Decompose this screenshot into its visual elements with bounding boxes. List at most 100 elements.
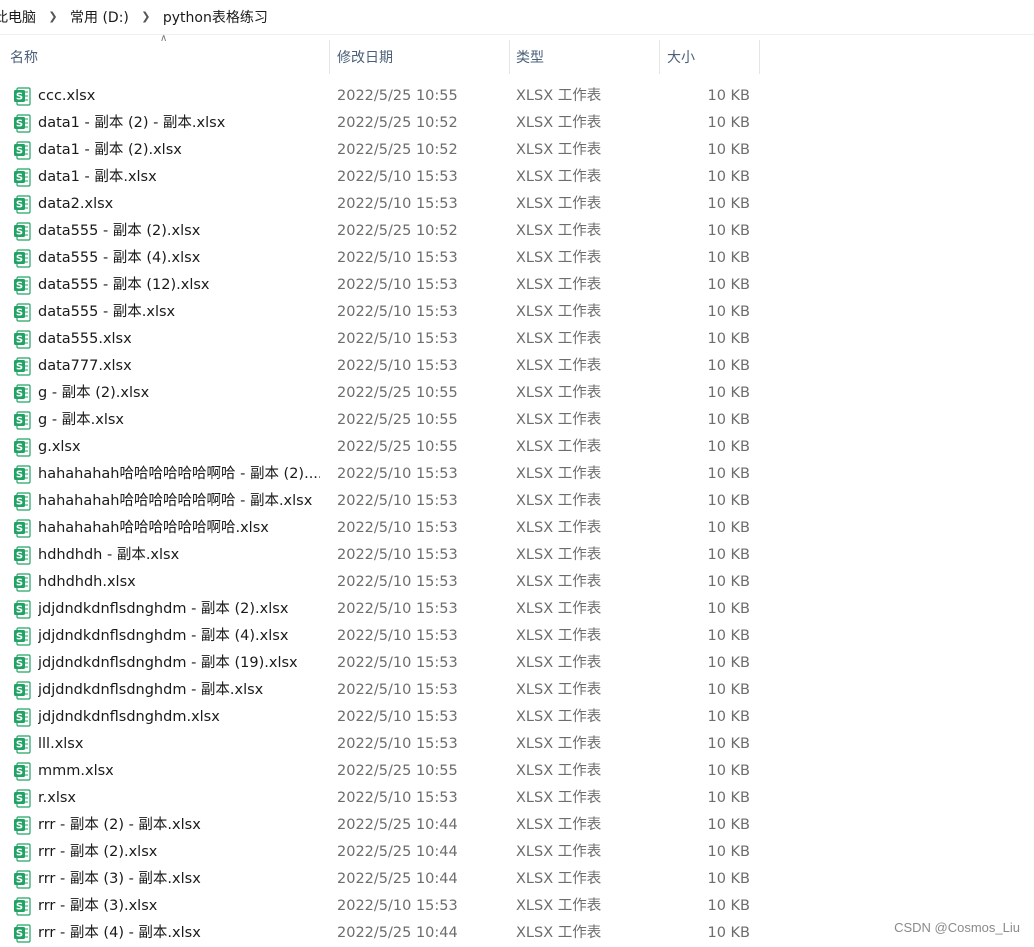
file-row[interactable]: Smmm.xlsx 2022/5/25 10:55 XLSX 工作表 10 KB [0, 758, 1034, 785]
file-name[interactable]: jdjdndkdnflsdnghdm - 副本.xlsx [38, 677, 320, 704]
file-modified-date: 2022/5/10 15:53 [337, 574, 458, 590]
file-name[interactable]: rrr - 副本 (2).xlsx [38, 839, 320, 866]
file-row[interactable]: Sdata555.xlsx 2022/5/10 15:53 XLSX 工作表 10 K… [0, 326, 1034, 353]
file-name[interactable]: data555 - 副本.xlsx [38, 299, 320, 326]
file-name[interactable]: hahahahah哈哈哈哈哈哈啊哈 - 副本 (2).... [38, 461, 320, 488]
xlsx-file-icon: S [14, 114, 31, 133]
breadcrumb-this-pc[interactable]: 此电脑 [0, 7, 39, 27]
file-size: 10 KB [707, 736, 750, 752]
file-row[interactable]: Sdata555 - 副本 (4).xlsx 2022/5/10 15:53 XLS… [0, 245, 1034, 272]
file-name[interactable]: data2.xlsx [38, 191, 320, 218]
file-row[interactable]: Shahahahah哈哈哈哈哈哈啊哈.xlsx 2022/5/10 15:53 XL… [0, 515, 1034, 542]
file-row[interactable]: Sdata555 - 副本.xlsx 2022/5/10 15:53 XLSX 工作… [0, 299, 1034, 326]
file-type: XLSX 工作表 [516, 142, 602, 158]
column-header-name[interactable]: ∧ 名称 [0, 33, 330, 74]
file-row[interactable]: Sdata555 - 副本 (12).xlsx 2022/5/10 15:53 XL… [0, 272, 1034, 299]
file-size: 10 KB [707, 466, 750, 482]
file-name[interactable]: data1 - 副本.xlsx [38, 164, 320, 191]
file-name[interactable]: data555 - 副本 (12).xlsx [38, 272, 320, 299]
file-name[interactable]: g.xlsx [38, 434, 320, 461]
file-row[interactable]: Sdata555 - 副本 (2).xlsx 2022/5/25 10:52 XLS… [0, 218, 1034, 245]
file-name[interactable]: mmm.xlsx [38, 758, 320, 785]
file-name[interactable]: hahahahah哈哈哈哈哈哈啊哈 - 副本.xlsx [38, 488, 320, 515]
file-type: XLSX 工作表 [516, 115, 602, 131]
file-row[interactable]: Sdata1 - 副本.xlsx 2022/5/10 15:53 XLSX 工作表 1… [0, 164, 1034, 191]
file-name[interactable]: jdjdndkdnflsdnghdm - 副本 (2).xlsx [38, 596, 320, 623]
file-row[interactable]: Sccc.xlsx 2022/5/25 10:55 XLSX 工作表 10 KB [0, 83, 1034, 110]
file-row[interactable]: Sdata1 - 副本 (2).xlsx 2022/5/25 10:52 XLSX … [0, 137, 1034, 164]
file-row[interactable]: Sjdjdndkdnflsdnghdm - 副本 (2).xlsx 2022/5/… [0, 596, 1034, 623]
file-name[interactable]: rrr - 副本 (3) - 副本.xlsx [38, 866, 320, 893]
file-name[interactable]: data555.xlsx [38, 326, 320, 353]
file-name[interactable]: data555 - 副本 (4).xlsx [38, 245, 320, 272]
file-size: 10 KB [707, 682, 750, 698]
file-type: XLSX 工作表 [516, 628, 602, 644]
file-row[interactable]: Sdata777.xlsx 2022/5/10 15:53 XLSX 工作表 10 K… [0, 353, 1034, 380]
file-row[interactable]: Shahahahah哈哈哈哈哈哈啊哈 - 副本.xlsx 2022/5/10 15… [0, 488, 1034, 515]
file-row[interactable]: Slll.xlsx 2022/5/10 15:53 XLSX 工作表 10 KB [0, 731, 1034, 758]
xlsx-file-icon: S [14, 600, 31, 619]
file-name[interactable]: jdjdndkdnflsdnghdm - 副本 (19).xlsx [38, 650, 320, 677]
file-name[interactable]: jdjdndkdnflsdnghdm - 副本 (4).xlsx [38, 623, 320, 650]
file-row[interactable]: Sdata1 - 副本 (2) - 副本.xlsx 2022/5/25 10:52… [0, 110, 1034, 137]
file-name[interactable]: hahahahah哈哈哈哈哈哈啊哈.xlsx [38, 515, 320, 542]
svg-text:S: S [16, 416, 23, 427]
column-header-name-label: 名称 [10, 50, 38, 66]
file-row[interactable]: Srrr - 副本 (2) - 副本.xlsx 2022/5/25 10:44 XL… [0, 812, 1034, 839]
file-name[interactable]: hdhdhdh - 副本.xlsx [38, 542, 320, 569]
file-row[interactable]: Sdata2.xlsx 2022/5/10 15:53 XLSX 工作表 10 KB [0, 191, 1034, 218]
column-header-type[interactable]: 类型 [510, 40, 660, 74]
xlsx-file-icon: S [14, 897, 31, 916]
file-modified-date: 2022/5/10 15:53 [337, 898, 458, 914]
chevron-right-icon[interactable]: ❯ [45, 9, 61, 25]
svg-text:S: S [16, 227, 23, 238]
file-type: XLSX 工作表 [516, 169, 602, 185]
svg-text:S: S [16, 578, 23, 589]
column-header-bar: ∧ 名称 修改日期 类型 大小 [0, 33, 1034, 74]
file-size: 10 KB [707, 844, 750, 860]
file-row[interactable]: Srrr - 副本 (3).xlsx 2022/5/10 15:53 XLSX 工作… [0, 893, 1034, 920]
file-name[interactable]: lll.xlsx [38, 731, 320, 758]
column-header-size[interactable]: 大小 [660, 40, 760, 74]
chevron-right-icon[interactable]: ❯ [138, 9, 154, 25]
breadcrumb-drive-d[interactable]: 常用 (D:) [67, 7, 132, 27]
svg-text:S: S [16, 281, 23, 292]
file-size: 10 KB [707, 520, 750, 536]
file-name[interactable]: rrr - 副本 (2) - 副本.xlsx [38, 812, 320, 839]
svg-text:S: S [16, 470, 23, 481]
file-row[interactable]: Srrr - 副本 (3) - 副本.xlsx 2022/5/25 10:44 XL… [0, 866, 1034, 893]
svg-text:S: S [16, 821, 23, 832]
file-name[interactable]: data555 - 副本 (2).xlsx [38, 218, 320, 245]
file-row[interactable]: Shahahahah哈哈哈哈哈哈啊哈 - 副本 (2).... 2022/5/10… [0, 461, 1034, 488]
file-name[interactable]: data777.xlsx [38, 353, 320, 380]
file-row[interactable]: Sg - 副本 (2).xlsx 2022/5/25 10:55 XLSX 工作表 1… [0, 380, 1034, 407]
file-name[interactable]: g - 副本 (2).xlsx [38, 380, 320, 407]
file-row[interactable]: Srrr - 副本 (2).xlsx 2022/5/25 10:44 XLSX 工作… [0, 839, 1034, 866]
file-name[interactable]: jdjdndkdnflsdnghdm.xlsx [38, 704, 320, 731]
file-row[interactable]: Sjdjdndkdnflsdnghdm - 副本 (19).xlsx 2022/5… [0, 650, 1034, 677]
breadcrumb-current-folder[interactable]: python表格练习 [160, 7, 271, 27]
file-name[interactable]: rrr - 副本 (3).xlsx [38, 893, 320, 920]
file-row[interactable]: Sg.xlsx 2022/5/25 10:55 XLSX 工作表 10 KB [0, 434, 1034, 461]
file-modified-date: 2022/5/25 10:55 [337, 88, 458, 104]
file-row[interactable]: Shdhdhdh.xlsx 2022/5/10 15:53 XLSX 工作表 10 K… [0, 569, 1034, 596]
file-name[interactable]: ccc.xlsx [38, 83, 320, 110]
file-row[interactable]: Sjdjdndkdnflsdnghdm - 副本 (4).xlsx 2022/5/… [0, 623, 1034, 650]
file-type: XLSX 工作表 [516, 682, 602, 698]
file-row[interactable]: Sg - 副本.xlsx 2022/5/25 10:55 XLSX 工作表 10 KB [0, 407, 1034, 434]
xlsx-file-icon: S [14, 303, 31, 322]
file-name[interactable]: data1 - 副本 (2) - 副本.xlsx [38, 110, 320, 137]
file-row[interactable]: Sjdjdndkdnflsdnghdm - 副本.xlsx 2022/5/10 1… [0, 677, 1034, 704]
file-name[interactable]: r.xlsx [38, 785, 320, 812]
column-header-modified[interactable]: 修改日期 [330, 40, 510, 74]
file-size: 10 KB [707, 331, 750, 347]
file-row[interactable]: Sjdjdndkdnflsdnghdm.xlsx 2022/5/10 15:53 X… [0, 704, 1034, 731]
file-row[interactable]: Sr.xlsx 2022/5/10 15:53 XLSX 工作表 10 KB [0, 785, 1034, 812]
file-row[interactable]: Shdhdhdh - 副本.xlsx 2022/5/10 15:53 XLSX 工作… [0, 542, 1034, 569]
file-name[interactable]: hdhdhdh.xlsx [38, 569, 320, 596]
file-name[interactable]: g - 副本.xlsx [38, 407, 320, 434]
file-name[interactable]: data1 - 副本 (2).xlsx [38, 137, 320, 164]
file-size: 10 KB [707, 601, 750, 617]
svg-text:S: S [16, 875, 23, 886]
xlsx-file-icon: S [14, 141, 31, 160]
